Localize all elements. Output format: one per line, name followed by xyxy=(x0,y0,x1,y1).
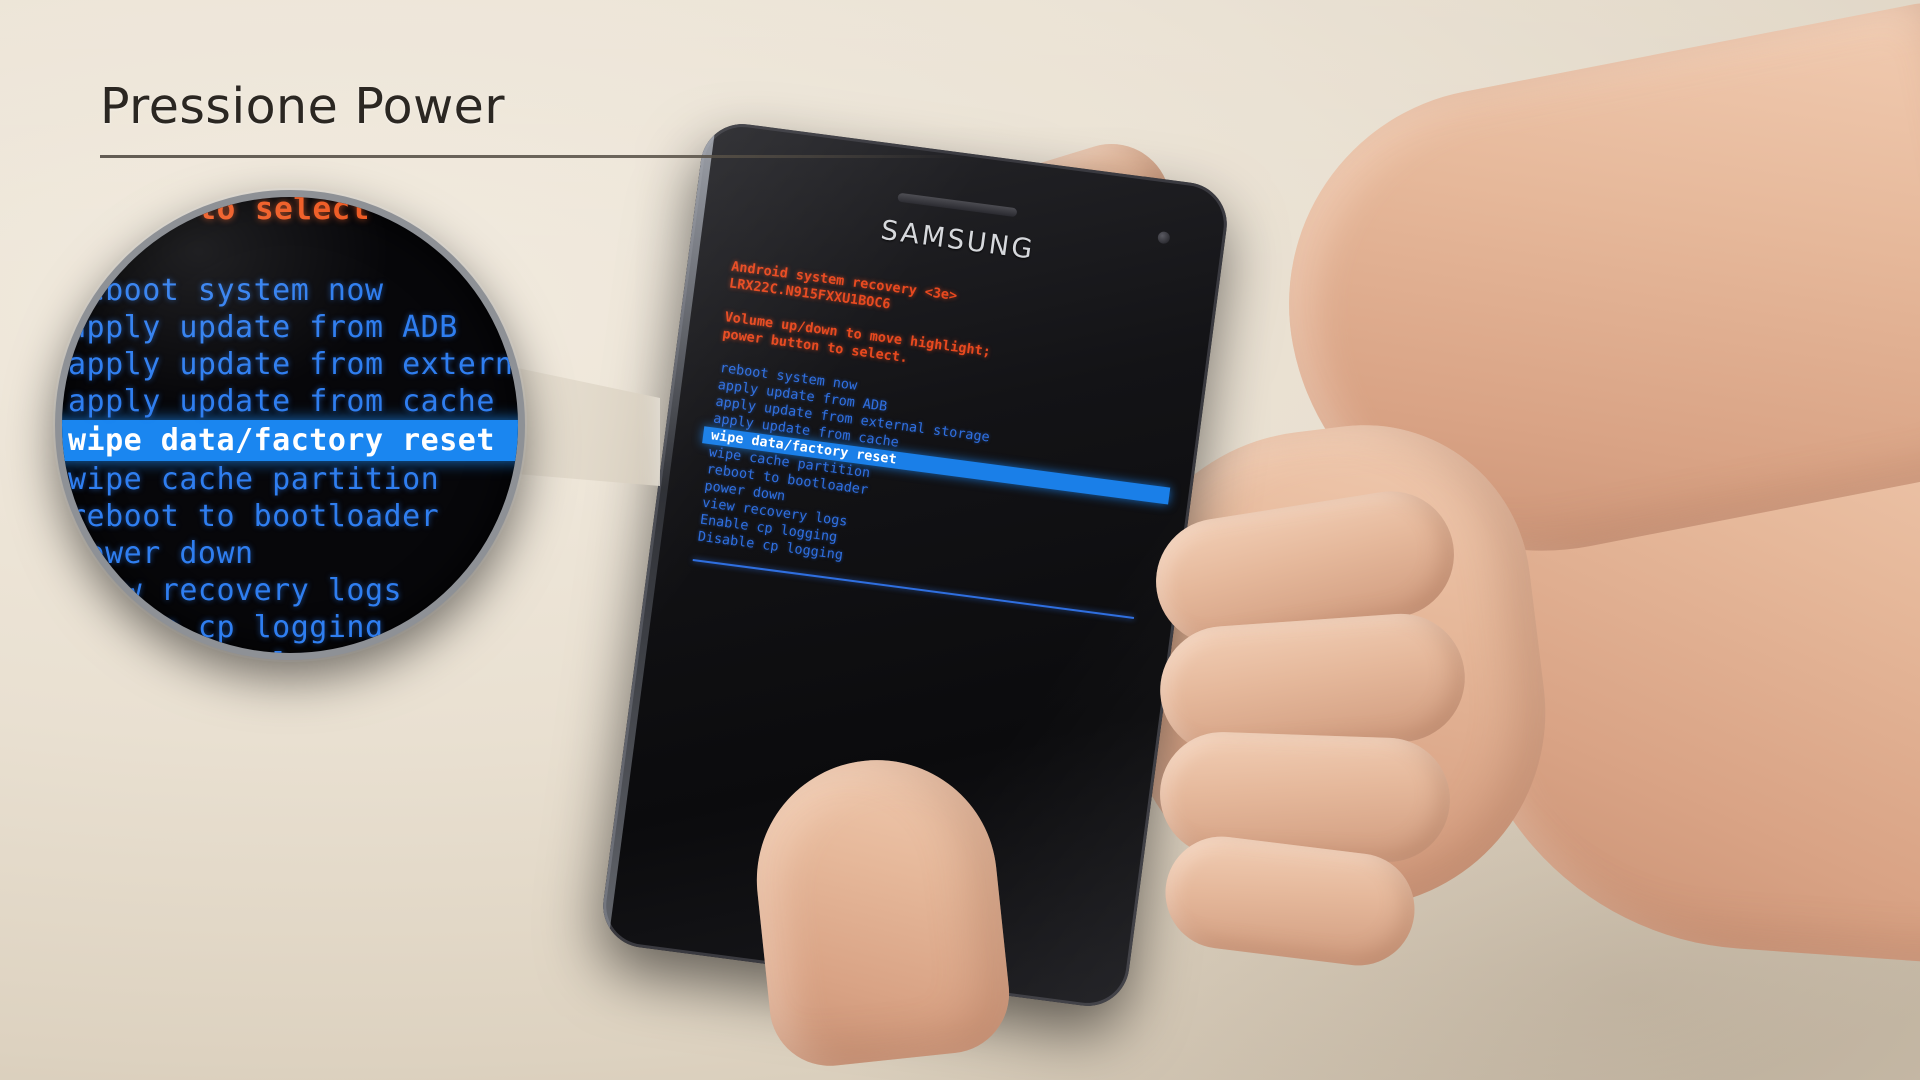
front-camera-icon xyxy=(1157,230,1171,245)
magnified-item-power-down[interactable]: power down xyxy=(62,535,518,572)
magnifier-content: on to select reboot system now apply upd… xyxy=(62,191,518,653)
magnified-item-apply-update-from-cache[interactable]: apply update from cache xyxy=(62,383,518,420)
magnifier-header-fragment: on to select xyxy=(140,191,370,227)
magnified-item-wipe-cache-partition[interactable]: wipe cache partition xyxy=(62,461,518,498)
caption-underline xyxy=(100,155,965,158)
magnified-item-reboot-system-now[interactable]: reboot system now xyxy=(62,272,518,309)
magnified-item-apply-update-from-external-storage[interactable]: apply update from external storage xyxy=(62,346,518,383)
magnified-item-view-recovery-logs[interactable]: view recovery logs xyxy=(62,572,518,609)
magnified-item-reboot-to-bootloader[interactable]: reboot to bootloader xyxy=(62,498,518,535)
magnifier-spacer xyxy=(62,228,518,272)
caption-title: Pressione Power xyxy=(100,78,505,135)
magnified-item-apply-update-from-adb[interactable]: apply update from ADB xyxy=(62,309,518,346)
magnified-item-wipe-data-factory-reset[interactable]: wipe data/factory reset xyxy=(62,420,518,461)
magnifier-loupe: on to select reboot system now apply upd… xyxy=(55,190,525,660)
earpiece-speaker xyxy=(897,192,1018,218)
magnified-item-enable-cp-logging[interactable]: Enable cp logging xyxy=(62,609,518,646)
screenshot-stage: SAMSUNG Android system recovery <3e> LRX… xyxy=(0,0,1920,1080)
caption: Pressione Power xyxy=(100,78,965,158)
